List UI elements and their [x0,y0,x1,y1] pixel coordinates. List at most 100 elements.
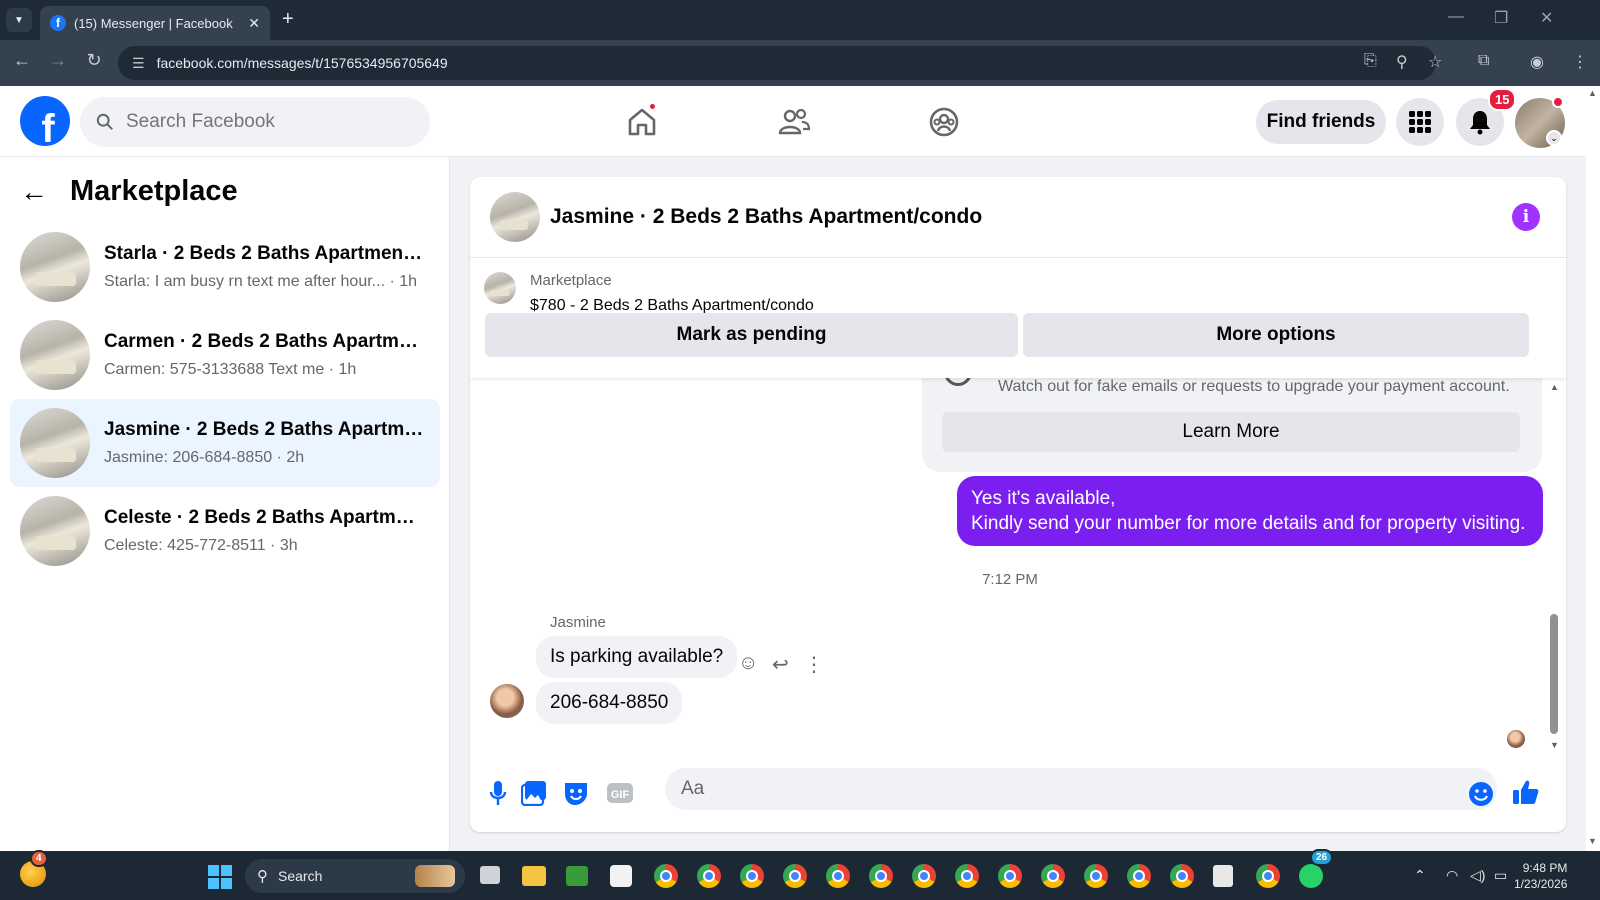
extensions-icon[interactable]: ⧉ [1478,52,1489,70]
spreadsheet-app-icon[interactable] [566,866,588,886]
profile-icon[interactable]: ◉ [1530,52,1544,72]
outgoing-message[interactable]: Yes it's available, Kindly send your num… [957,476,1543,546]
forward-icon[interactable]: → [46,50,70,71]
chrome-icon[interactable] [740,864,764,888]
menu-button[interactable] [1396,98,1444,146]
chrome-icon[interactable] [826,864,850,888]
chrome-icon[interactable] [912,864,936,888]
gif-icon[interactable]: GIF [606,779,634,807]
sender-avatar[interactable] [490,684,524,718]
chrome-icon[interactable] [1127,864,1151,888]
zoom-icon[interactable]: ⚲ [1396,52,1408,72]
emoji-icon[interactable] [1467,780,1495,808]
conversation-name: Starla · 2 Beds 2 Baths Apartment/... [104,243,424,264]
message-input[interactable] [665,768,1497,810]
chrome-icon[interactable] [955,864,979,888]
chrome-icon[interactable] [1084,864,1108,888]
whatsapp-icon[interactable] [1299,864,1323,888]
wifi-icon[interactable]: ◠ [1446,867,1458,884]
store-icon[interactable] [610,865,632,887]
reload-icon[interactable]: ↻ [82,50,106,71]
find-friends-button[interactable]: Find friends [1256,100,1386,144]
search-icon [96,113,113,130]
page-scrollbar[interactable]: ▲ ▼ [1586,86,1600,851]
volume-icon[interactable]: ◁) [1470,867,1485,884]
photo-icon[interactable] [520,779,548,807]
search-input[interactable] [126,111,406,133]
close-window-icon[interactable]: ✕ [1540,8,1553,28]
react-emoji-icon[interactable]: ☺ [738,652,758,675]
clock-time: 9:48 PM [1522,861,1568,875]
snipping-tool-icon[interactable] [1213,865,1233,887]
svg-text:GIF: GIF [611,789,630,801]
chrome-icon[interactable] [654,864,678,888]
reply-icon[interactable]: ↩ [772,652,789,677]
listing-small-thumbnail[interactable] [484,272,516,304]
chrome-icon[interactable] [998,864,1022,888]
bell-icon [1470,111,1490,135]
whatsapp-badge: 26 [1310,849,1334,866]
conversation-preview: Carmen: 575-3133688 Text me · 1h [104,361,357,378]
sticker-icon[interactable] [562,779,590,807]
restore-icon[interactable]: ❐ [1494,8,1508,28]
page-scroll-up-icon[interactable]: ▲ [1588,88,1597,98]
system-clock[interactable]: 9:48 PM 1/23/2026 [1514,860,1567,892]
chevron-down-icon[interactable]: ⌄ [1546,130,1562,146]
chrome-icon[interactable] [1041,864,1065,888]
chrome-icon[interactable] [869,864,893,888]
task-view-icon[interactable] [480,866,500,884]
bookmark-star-icon[interactable]: ☆ [1428,52,1442,72]
start-menu-icon[interactable] [208,865,232,889]
friends-nav[interactable] [774,102,814,142]
thumbs-up-icon[interactable] [1512,778,1540,806]
chrome-icon[interactable] [697,864,721,888]
facebook-logo-icon[interactable]: f [20,96,70,146]
message-scrollbar[interactable]: ▲ ▼ [1550,382,1559,750]
conversation-item-active[interactable]: Jasmine · 2 Beds 2 Baths Apartme... Jasm… [10,399,440,487]
back-arrow-icon[interactable]: ← [20,176,48,208]
show-hidden-icons-chevron-icon[interactable]: ⌃ [1414,867,1426,884]
scroll-up-icon[interactable]: ▲ [1550,382,1559,392]
conversation-name: Celeste · 2 Beds 2 Baths Apartmen... [104,507,424,528]
scroll-down-icon[interactable]: ▼ [1550,740,1559,750]
chrome-icon[interactable] [783,864,807,888]
facebook-search-box[interactable] [80,97,430,147]
marketplace-heading: ← Marketplace [20,175,238,208]
back-icon[interactable]: ← [10,50,34,71]
new-tab-icon[interactable]: + [282,8,294,31]
mark-as-pending-button[interactable]: Mark as pending [485,313,1018,357]
conversation-name: Carmen · 2 Beds 2 Baths Apartme... [104,331,424,352]
page-scroll-down-icon[interactable]: ▼ [1588,836,1597,846]
taskbar-search[interactable]: ⚲ Search [245,859,465,893]
tab-list-button[interactable]: ▼ [6,8,32,32]
microphone-icon[interactable] [484,779,512,807]
more-actions-icon[interactable]: ⋮ [804,652,824,677]
groups-nav[interactable] [924,102,964,142]
outgoing-message-line: Yes it's available, [971,488,1116,509]
message-thread: Watch out for fake emails or requests to… [470,378,1566,752]
minimize-icon[interactable]: — [1448,8,1464,26]
close-tab-icon[interactable]: ✕ [248,15,260,32]
more-options-button[interactable]: More options [1023,313,1529,357]
incoming-message[interactable]: Is parking available? [536,636,738,678]
home-nav[interactable] [622,102,662,142]
battery-icon[interactable]: ▭ [1494,867,1507,884]
address-bar[interactable]: ☰ facebook.com/messages/t/15765349567056… [118,46,1436,80]
chrome-icon[interactable] [1170,864,1194,888]
learn-more-button[interactable]: Learn More [942,412,1520,452]
chat-title[interactable]: Jasmine · 2 Beds 2 Baths Apartment/condo [550,205,982,229]
chat-listing-thumbnail[interactable] [490,192,540,242]
incoming-message[interactable]: 206-684-8850 [536,682,683,724]
scrollbar-thumb[interactable] [1550,614,1558,734]
install-app-icon[interactable]: ⎘ [1364,52,1377,70]
conversation-item[interactable]: Carmen · 2 Beds 2 Baths Apartme... Carme… [10,311,440,399]
conversation-item[interactable]: Celeste · 2 Beds 2 Baths Apartmen... Cel… [10,487,440,575]
site-info-icon[interactable]: ☰ [132,55,145,72]
browser-menu-icon[interactable]: ⋮ [1572,52,1588,72]
chrome-icon[interactable] [1256,864,1280,888]
conversation-item[interactable]: Starla · 2 Beds 2 Baths Apartment/... St… [10,223,440,311]
info-icon[interactable]: i [1512,203,1540,231]
file-explorer-icon[interactable] [522,866,546,886]
browser-tab[interactable]: f (15) Messenger | Facebook ✕ [40,6,270,40]
conversation-preview: Jasmine: 206-684-8850 · 2h [104,449,305,466]
